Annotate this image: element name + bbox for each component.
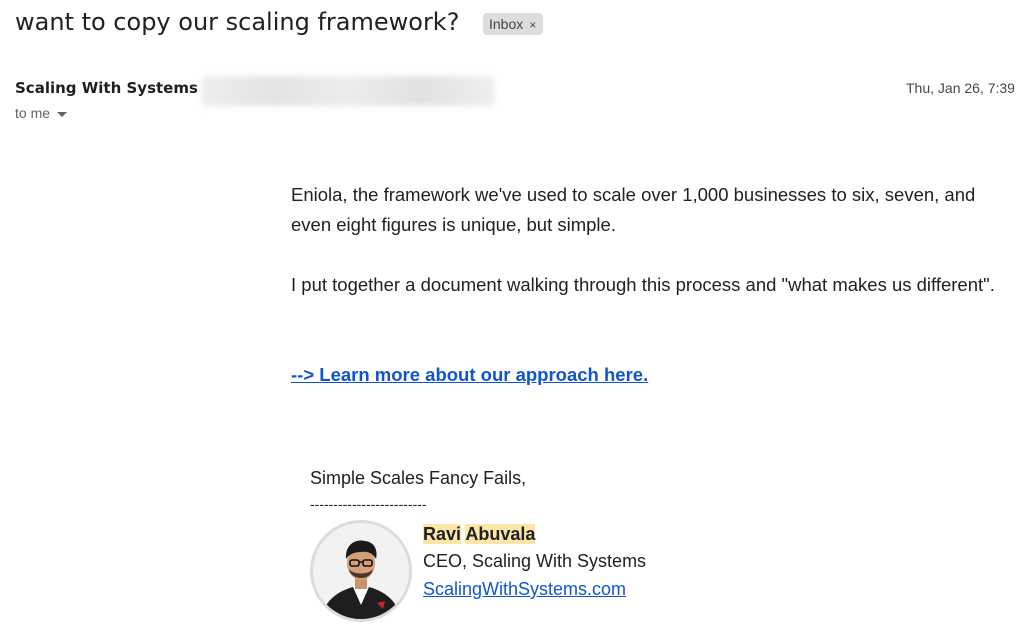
close-icon[interactable]: ×	[529, 18, 536, 32]
signature-name: Ravi Abuvala	[423, 521, 536, 547]
sender-name[interactable]: Scaling With Systems	[15, 79, 198, 97]
avatar-portrait	[313, 523, 409, 619]
inbox-label-text: Inbox	[489, 16, 524, 32]
body-paragraph: Eniola, the framework we've used to scal…	[291, 184, 976, 235]
email-subject: want to copy our scaling framework?	[15, 8, 460, 36]
caret-down-icon	[57, 111, 68, 117]
body-paragraph: I put together a document walking throug…	[291, 274, 995, 295]
sender-email-redacted	[201, 76, 495, 106]
learn-more-link[interactable]: --> Learn more about our approach here.	[291, 360, 648, 390]
signature-closing: Simple Scales Fancy Fails,	[310, 468, 527, 488]
signature-last-name: Abuvala	[465, 524, 536, 544]
inbox-label-chip[interactable]: Inbox ×	[483, 13, 544, 35]
signature-divider: -------------------------	[310, 496, 427, 512]
signature-title: CEO, Scaling With Systems	[423, 551, 647, 571]
email-date: Thu, Jan 26, 7:39	[906, 80, 1015, 96]
recipient-label: to me	[15, 105, 51, 121]
signature-first-name: Ravi	[423, 524, 462, 544]
signature-website-link[interactable]: ScalingWithSystems.com	[423, 576, 626, 602]
avatar	[310, 520, 412, 622]
recipient-details-toggle[interactable]: to me	[15, 105, 68, 121]
